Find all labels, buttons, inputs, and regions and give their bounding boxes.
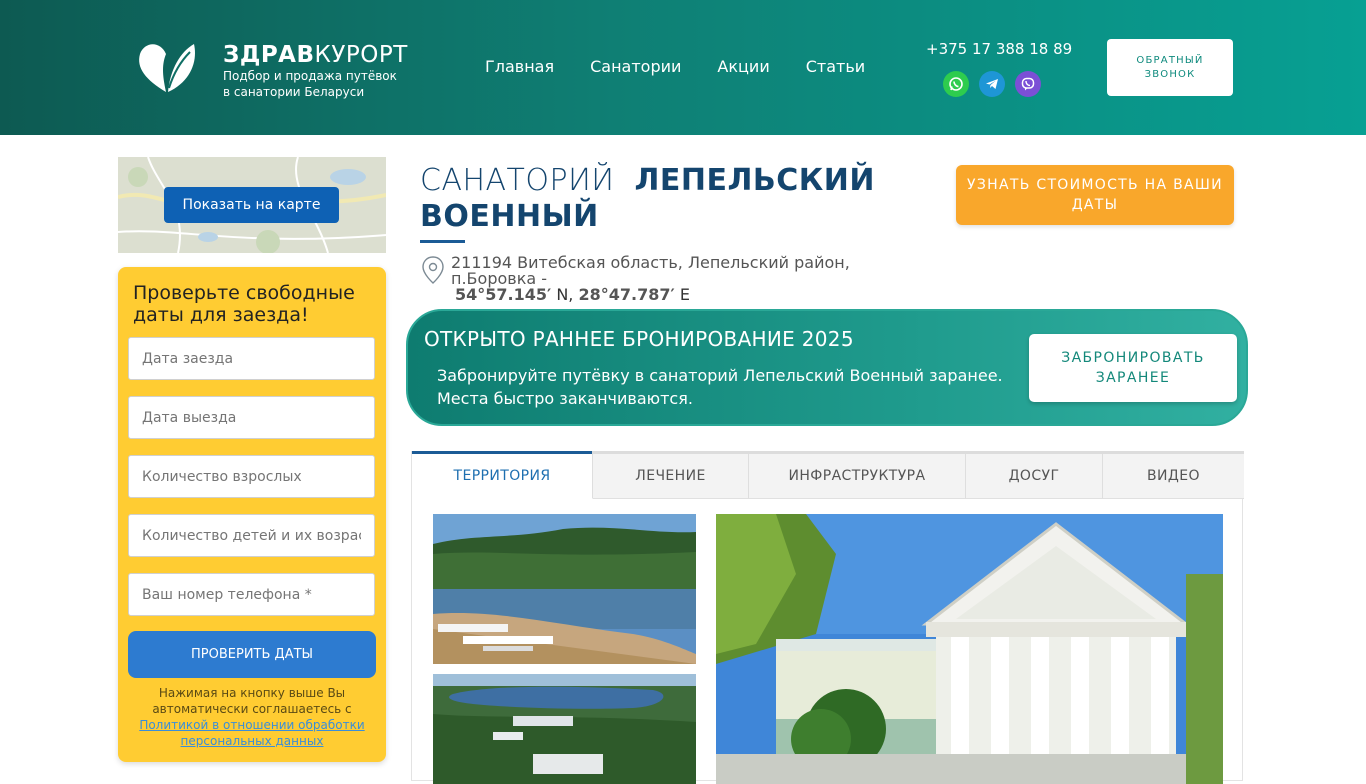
tab-bar: ТЕРРИТОРИЯ ЛЕЧЕНИЕ ИНФРАСТРУКТУРА ДОСУГ … <box>412 451 1244 499</box>
book-early-button[interactable]: ЗАБРОНИРОВАТЬ ЗАРАНЕЕ <box>1029 334 1237 402</box>
messenger-links <box>943 71 1041 97</box>
nav-sanatoriums[interactable]: Санатории <box>590 57 681 76</box>
phone-number[interactable]: +375 17 388 18 89 <box>926 40 1072 58</box>
check-in-date-input[interactable] <box>128 337 375 380</box>
check-out-date-input[interactable] <box>128 396 375 439</box>
availability-form: Проверьте свободные даты для заезда! ПРО… <box>118 267 386 762</box>
photo-main-building[interactable] <box>716 514 1223 784</box>
phone-input[interactable] <box>128 573 375 616</box>
address: 211194 Витебская область, Лепельский рай… <box>420 255 920 303</box>
whatsapp-icon[interactable] <box>943 71 969 97</box>
privacy-note: Нажимая на кнопку выше Вы автоматически … <box>139 686 365 748</box>
tab-territory[interactable]: ТЕРРИТОРИЯ <box>412 451 593 499</box>
banner-text: Забронируйте путёвку в санаторий Лепельс… <box>437 366 1003 408</box>
nav-articles[interactable]: Статьи <box>806 57 865 76</box>
tab-leisure[interactable]: ДОСУГ <box>966 454 1103 499</box>
leaf-logo-icon[interactable] <box>136 40 196 96</box>
banner-title: ОТКРЫТО РАННЕЕ БРОНИРОВАНИЕ 2025 <box>424 327 854 351</box>
page-title: САНАТОРИЙ ЛЕПЕЛЬСКИЙ ВОЕННЫЙ <box>420 163 875 234</box>
tab-treatment[interactable]: ЛЕЧЕНИЕ <box>593 454 749 499</box>
nav-home[interactable]: Главная <box>485 57 554 76</box>
check-dates-button[interactable]: ПРОВЕРИТЬ ДАТЫ <box>128 631 376 678</box>
brand-tagline: Подбор и продажа путёвок в санатории Бел… <box>223 69 397 99</box>
title-underline <box>420 240 465 243</box>
site-header: ЗДРАВКУРОРТ Подбор и продажа путёвок в с… <box>0 0 1366 135</box>
tab-video[interactable]: ВИДЕО <box>1103 454 1244 499</box>
brand-name: ЗДРАВКУРОРТ <box>223 42 408 68</box>
main-nav: Главная Санатории Акции Статьи <box>485 57 865 76</box>
tabs-panel: ТЕРРИТОРИЯ ЛЕЧЕНИЕ ИНФРАСТРУКТУРА ДОСУГ … <box>411 451 1244 784</box>
tab-infrastructure[interactable]: ИНФРАСТРУКТУРА <box>749 454 966 499</box>
coordinates: 54°57.145′ N, 28°47.787′ E <box>455 285 690 304</box>
children-input[interactable] <box>128 514 375 557</box>
location-pin-icon <box>422 256 444 284</box>
privacy-policy-link[interactable]: Политикой в отношении обработки персонал… <box>139 718 364 748</box>
address-text: 211194 Витебская область, Лепельский рай… <box>451 253 850 288</box>
get-price-button[interactable]: УЗНАТЬ СТОИМОСТЬ НА ВАШИ ДАТЫ <box>956 165 1234 225</box>
photo-beach[interactable] <box>433 514 696 664</box>
nav-promotions[interactable]: Акции <box>717 57 769 76</box>
viber-icon[interactable] <box>1015 71 1041 97</box>
map-preview[interactable]: Показать на карте <box>118 157 386 253</box>
adults-count-input[interactable] <box>128 455 375 498</box>
form-title: Проверьте свободные даты для заезда! <box>133 282 355 326</box>
early-booking-banner: ОТКРЫТО РАННЕЕ БРОНИРОВАНИЕ 2025 Заброни… <box>406 309 1248 426</box>
brand[interactable]: ЗДРАВКУРОРТ Подбор и продажа путёвок в с… <box>223 42 408 100</box>
show-on-map-button[interactable]: Показать на карте <box>164 187 339 223</box>
callback-button[interactable]: ОБРАТНЫЙ ЗВОНОК <box>1107 39 1233 96</box>
telegram-icon[interactable] <box>979 71 1005 97</box>
